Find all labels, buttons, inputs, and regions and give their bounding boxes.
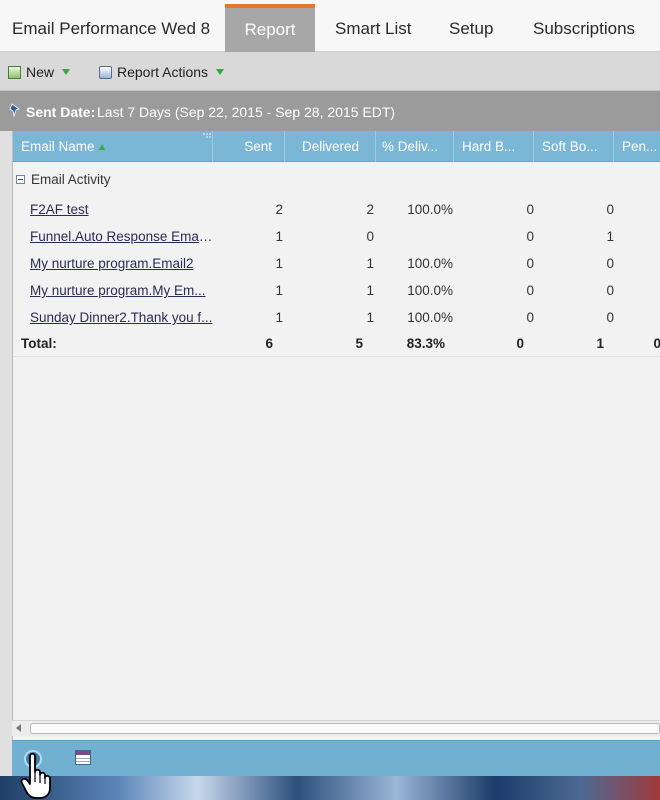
total-hard-bounce: 0 [516, 336, 524, 351]
total-pct-delivered: 83.3% [406, 336, 445, 351]
cell-delivered: 2 [366, 202, 374, 217]
column-header-email-name[interactable]: Email Name [13, 131, 213, 162]
cell-hard-bounce: 0 [526, 256, 534, 271]
cell-sent: 2 [275, 202, 283, 217]
column-header-pending[interactable]: Pen... [614, 131, 660, 162]
cell-delivered: 1 [366, 310, 374, 325]
left-panel-edge [0, 131, 12, 776]
total-delivered: 5 [355, 336, 363, 351]
background-image [0, 776, 660, 800]
bottom-toolbar [12, 740, 660, 776]
report-actions-label: Report Actions [117, 64, 209, 80]
table-row: My nurture program.My Em... 1 1 100.0% 0… [13, 277, 660, 304]
pin-icon [9, 103, 20, 117]
table-row: Sunday Dinner2.Thank you f... 1 1 100.0%… [13, 304, 660, 331]
total-sent: 6 [265, 336, 273, 351]
table-view-icon[interactable] [75, 750, 91, 765]
group-label: Email Activity [31, 171, 111, 187]
toolbar: New Report Actions [0, 52, 660, 91]
email-link[interactable]: Funnel.Auto Response Email... [30, 229, 213, 244]
table-row: F2AF test 2 2 100.0% 0 0 [13, 196, 660, 223]
cell-sent: 1 [275, 283, 283, 298]
tab-subscriptions[interactable]: Subscriptions [533, 4, 635, 52]
cell-hard-bounce: 0 [526, 283, 534, 298]
cell-hard-bounce: 0 [526, 202, 534, 217]
cell-sent: 1 [275, 310, 283, 325]
total-pending: 0 [653, 336, 660, 351]
new-dropdown-icon [62, 69, 71, 75]
cell-hard-bounce: 0 [526, 310, 534, 325]
tab-email-performance[interactable]: Email Performance Wed 8 [12, 4, 210, 52]
scroll-left-icon[interactable] [16, 724, 21, 732]
collapse-icon[interactable] [16, 174, 25, 184]
report-actions-icon [99, 65, 112, 79]
cell-pct-delivered: 100.0% [407, 310, 453, 325]
tab-setup[interactable]: Setup [449, 4, 493, 52]
table-row: My nurture program.Email2 1 1 100.0% 0 0 [13, 250, 660, 277]
email-link[interactable]: My nurture program.My Em... [30, 283, 206, 298]
cell-soft-bounce: 1 [606, 229, 614, 244]
cell-hard-bounce: 0 [526, 229, 534, 244]
filter-value[interactable]: Last 7 Days (Sep 22, 2015 - Sep 28, 2015… [97, 104, 395, 120]
email-link[interactable]: F2AF test [30, 202, 89, 217]
group-row-email-activity: Email Activity [13, 167, 111, 191]
new-button-label: New [26, 64, 55, 80]
cell-delivered: 1 [366, 283, 374, 298]
cell-sent: 1 [275, 256, 283, 271]
sort-ascending-icon [98, 144, 105, 150]
column-header-delivered[interactable]: Delivered [285, 131, 376, 162]
filter-bar: Sent Date: Last 7 Days (Sep 22, 2015 - S… [0, 91, 660, 131]
cell-pct-delivered: 100.0% [407, 256, 453, 271]
total-label: Total: [21, 336, 57, 351]
column-header-hard-bounce[interactable]: Hard B... [454, 131, 534, 162]
cell-pct-delivered: 100.0% [407, 202, 453, 217]
cell-pct-delivered [376, 223, 454, 250]
cell-soft-bounce: 0 [606, 202, 614, 217]
hand-cursor-icon [20, 752, 51, 799]
cell-sent: 1 [275, 229, 283, 244]
report-actions-dropdown-icon [216, 69, 225, 75]
tab-report[interactable]: Report [225, 4, 315, 52]
column-header-pct-delivered[interactable]: % Deliv... [376, 131, 454, 162]
new-button[interactable]: New [8, 63, 71, 81]
table-row: Funnel.Auto Response Email... 1 0 0 1 [13, 223, 660, 250]
report-actions-button[interactable]: Report Actions [99, 63, 225, 81]
grid-header: Email Name Sent Delivered % Deliv... Har… [13, 131, 660, 162]
column-header-sent[interactable]: Sent [213, 131, 285, 162]
tab-smart-list[interactable]: Smart List [335, 4, 412, 52]
total-row: Total: 6 5 83.3% 0 1 0 [13, 331, 660, 357]
column-resize-icon[interactable] [203, 133, 211, 139]
filter-label[interactable]: Sent Date: [26, 104, 95, 120]
cell-soft-bounce: 0 [606, 256, 614, 271]
cell-soft-bounce: 0 [606, 283, 614, 298]
cell-soft-bounce: 0 [606, 310, 614, 325]
email-link[interactable]: Sunday Dinner2.Thank you f... [30, 310, 212, 325]
cell-pct-delivered: 100.0% [407, 283, 453, 298]
cell-delivered: 0 [366, 229, 374, 244]
cell-delivered: 1 [366, 256, 374, 271]
new-icon [8, 65, 21, 79]
scroll-thumb[interactable] [30, 723, 660, 734]
total-soft-bounce: 1 [596, 336, 604, 351]
horizontal-scrollbar[interactable] [12, 720, 660, 736]
tab-bar: Email Performance Wed 8 Report Smart Lis… [0, 0, 660, 52]
email-link[interactable]: My nurture program.Email2 [30, 256, 194, 271]
column-header-soft-bounce[interactable]: Soft Bo... [534, 131, 614, 162]
report-grid: Email Name Sent Delivered % Deliv... Har… [12, 131, 660, 740]
